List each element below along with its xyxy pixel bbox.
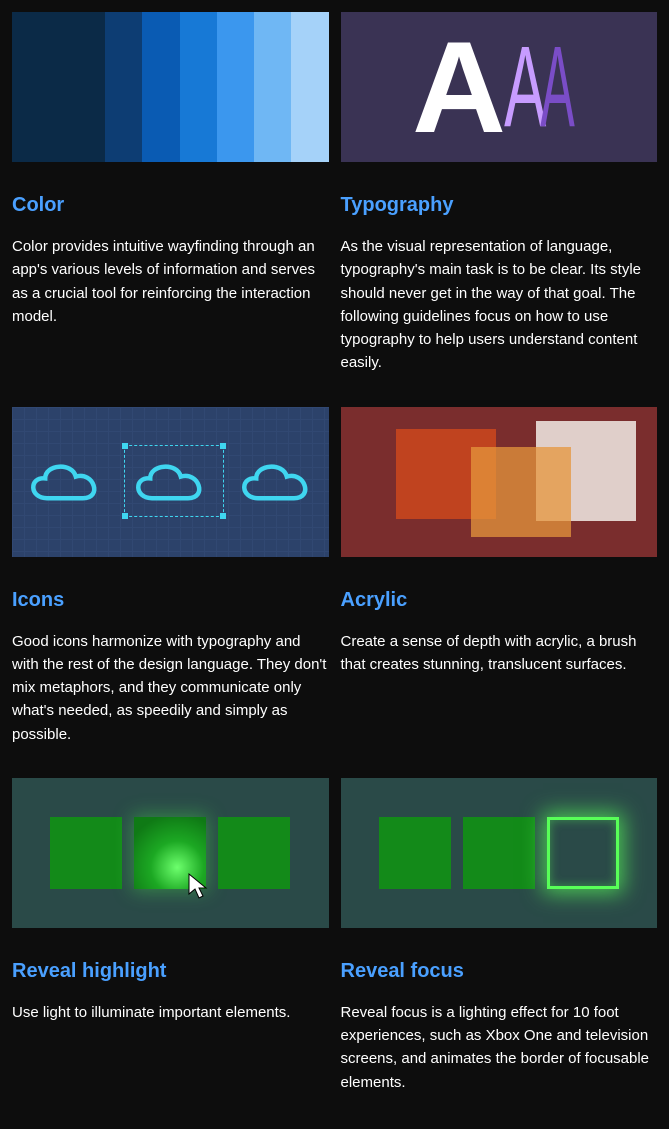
icons-title-link[interactable]: Icons — [12, 589, 329, 612]
card-reveal-highlight: Reveal highlight Use light to illuminate… — [12, 778, 329, 1114]
selection-box-icon — [124, 445, 224, 517]
green-square-focus-icon — [547, 817, 619, 889]
acrylic-square-icon — [471, 447, 571, 537]
cloud-icon — [20, 452, 110, 512]
green-square-icon — [218, 817, 290, 889]
reveal-highlight-description: Use light to illuminate important elemen… — [12, 1001, 329, 1024]
card-color: Color Color provides intuitive wayfindin… — [12, 12, 329, 395]
card-reveal-focus: Reveal focus Reveal focus is a lighting … — [341, 778, 658, 1114]
green-square-icon — [50, 817, 122, 889]
card-typography: A A A Typography As the visual represent… — [341, 12, 658, 395]
icons-thumbnail — [12, 407, 329, 557]
card-grid: Color Color provides intuitive wayfindin… — [12, 12, 657, 1114]
letter-a-icon: A — [540, 30, 568, 145]
acrylic-description: Create a sense of depth with acrylic, a … — [341, 630, 658, 677]
color-title-link[interactable]: Color — [12, 194, 329, 217]
typography-description: As the visual representation of language… — [341, 235, 658, 375]
green-square-icon — [379, 817, 451, 889]
reveal-highlight-title-link[interactable]: Reveal highlight — [12, 960, 329, 983]
reveal-focus-thumbnail — [341, 778, 658, 928]
color-description: Color provides intuitive wayfinding thro… — [12, 235, 329, 328]
green-square-icon — [463, 817, 535, 889]
cloud-icon — [231, 452, 321, 512]
reveal-highlight-thumbnail — [12, 778, 329, 928]
acrylic-title-link[interactable]: Acrylic — [341, 589, 658, 612]
color-thumbnail — [12, 12, 329, 162]
reveal-focus-description: Reveal focus is a lighting effect for 10… — [341, 1001, 658, 1094]
letter-a-icon: A — [412, 22, 500, 152]
typography-thumbnail: A A A — [341, 12, 658, 162]
card-acrylic: Acrylic Create a sense of depth with acr… — [341, 407, 658, 766]
acrylic-thumbnail — [341, 407, 658, 557]
card-icons: Icons Good icons harmonize with typograp… — [12, 407, 329, 766]
reveal-focus-title-link[interactable]: Reveal focus — [341, 960, 658, 983]
letter-a-icon: A — [504, 30, 538, 145]
icons-description: Good icons harmonize with typography and… — [12, 630, 329, 746]
typography-title-link[interactable]: Typography — [341, 194, 658, 217]
cursor-icon — [186, 872, 210, 900]
